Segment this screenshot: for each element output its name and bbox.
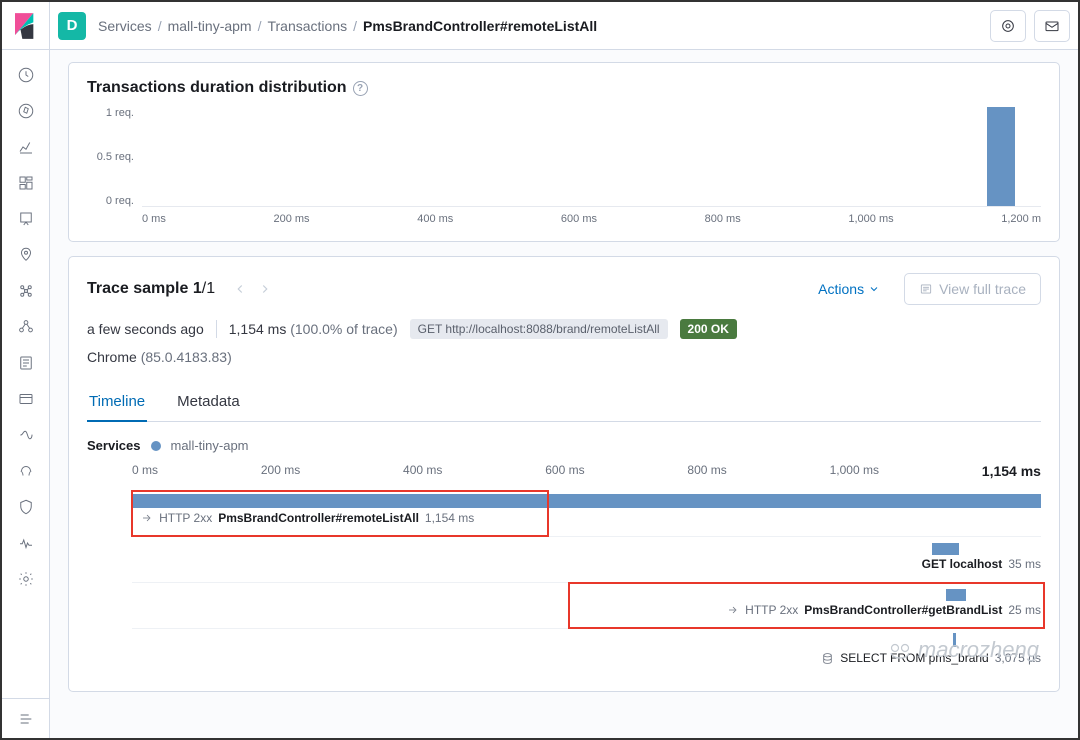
topbar: D Services/ mall-tiny-apm/ Transactions/… xyxy=(50,2,1078,50)
distribution-panel: Transactions duration distribution ? 1 r… xyxy=(68,62,1060,242)
ml-icon[interactable] xyxy=(6,274,46,308)
breadcrumb-link[interactable]: Services xyxy=(98,18,152,34)
legend-dot xyxy=(151,441,161,451)
x-tick: 1,200 m xyxy=(1001,213,1041,225)
settings-icon[interactable] xyxy=(6,562,46,596)
axis-tick: 200 ms xyxy=(261,463,300,479)
x-tick: 400 ms xyxy=(417,213,453,225)
waterfall: HTTP 2xx PmsBrandController#remoteListAl… xyxy=(132,491,1041,675)
next-sample-button[interactable] xyxy=(254,278,276,300)
trace-title: Trace sample 1/1 xyxy=(87,280,215,298)
status-badge: 200 OK xyxy=(680,319,737,339)
trace-panel: Trace sample 1/1 Actions View full trace xyxy=(68,256,1060,692)
space-badge[interactable]: D xyxy=(58,12,86,40)
maps-icon[interactable] xyxy=(6,238,46,272)
compass-icon[interactable] xyxy=(6,94,46,128)
span-row[interactable]: SELECT FROM pms_brand 3,075 µs xyxy=(132,629,1041,675)
tab-metadata[interactable]: Metadata xyxy=(175,383,242,421)
kibana-logo[interactable] xyxy=(2,2,49,50)
span-bar[interactable] xyxy=(953,633,956,647)
user-agent: Chrome (85.0.4183.83) xyxy=(87,349,1041,365)
tabs: Timeline Metadata xyxy=(87,383,1041,422)
x-tick: 0 ms xyxy=(142,213,166,225)
panel-title: Transactions duration distribution ? xyxy=(87,79,1041,97)
dashboard-icon[interactable] xyxy=(6,166,46,200)
timeline-axis: 0 ms 200 ms 400 ms 600 ms 800 ms 1,000 m… xyxy=(132,463,1041,479)
view-full-trace-button: View full trace xyxy=(904,273,1041,305)
axis-tick: 800 ms xyxy=(687,463,726,479)
prev-sample-button[interactable] xyxy=(229,278,251,300)
siem-icon[interactable] xyxy=(6,490,46,524)
axis-tick: 400 ms xyxy=(403,463,442,479)
breadcrumb-link[interactable]: mall-tiny-apm xyxy=(168,18,252,34)
axis-tick: 600 ms xyxy=(545,463,584,479)
distribution-chart[interactable]: 1 req. 0.5 req. 0 req. 0 ms 200 ms 400 m… xyxy=(87,107,1041,225)
apm-icon[interactable] xyxy=(6,418,46,452)
axis-tick: 0 ms xyxy=(132,463,158,479)
x-tick: 800 ms xyxy=(705,213,741,225)
span-bar[interactable] xyxy=(932,543,959,555)
y-tick: 1 req. xyxy=(87,107,134,119)
collapse-icon[interactable] xyxy=(2,698,49,738)
graph-icon[interactable] xyxy=(6,310,46,344)
x-tick: 200 ms xyxy=(273,213,309,225)
canvas-icon[interactable] xyxy=(6,202,46,236)
database-icon xyxy=(821,652,834,665)
trace-duration: 1,154 ms (100.0% of trace) xyxy=(229,321,398,337)
tab-timeline[interactable]: Timeline xyxy=(87,383,147,422)
x-tick: 1,000 ms xyxy=(848,213,893,225)
legend-service: mall-tiny-apm xyxy=(171,438,249,453)
breadcrumb: Services/ mall-tiny-apm/ Transactions/ P… xyxy=(98,18,597,34)
http-request-pill: GET http://localhost:8088/brand/remoteLi… xyxy=(410,319,668,339)
trace-timestamp: a few seconds ago xyxy=(87,321,204,337)
recent-icon[interactable] xyxy=(6,58,46,92)
y-tick: 0.5 req. xyxy=(87,151,134,163)
help-icon[interactable]: ? xyxy=(353,81,368,96)
visualize-icon[interactable] xyxy=(6,130,46,164)
span-row[interactable]: HTTP 2xx PmsBrandController#remoteListAl… xyxy=(132,491,1041,537)
uptime-icon[interactable] xyxy=(6,454,46,488)
axis-tick: 1,000 ms xyxy=(830,463,879,479)
x-tick: 600 ms xyxy=(561,213,597,225)
axis-tick-end: 1,154 ms xyxy=(982,463,1041,479)
heartbeat-icon[interactable] xyxy=(6,526,46,560)
breadcrumb-current: PmsBrandController#remoteListAll xyxy=(363,18,597,34)
logs-icon[interactable] xyxy=(6,346,46,380)
actions-dropdown[interactable]: Actions xyxy=(818,281,880,297)
span-bar[interactable] xyxy=(132,494,1041,508)
incoming-icon xyxy=(727,604,739,616)
alerts-icon[interactable] xyxy=(990,10,1026,42)
span-bar[interactable] xyxy=(946,589,966,601)
metrics-icon[interactable] xyxy=(6,382,46,416)
incoming-icon xyxy=(141,512,153,524)
mail-icon[interactable] xyxy=(1034,10,1070,42)
nav-sidebar xyxy=(2,2,50,738)
services-legend: Services mall-tiny-apm xyxy=(87,438,1041,453)
y-tick: 0 req. xyxy=(87,195,134,207)
span-row[interactable]: HTTP 2xx PmsBrandController#getBrandList… xyxy=(132,583,1041,629)
chart-bar[interactable] xyxy=(987,107,1015,206)
span-row[interactable]: GET localhost 35 ms xyxy=(132,537,1041,583)
content-area: Transactions duration distribution ? 1 r… xyxy=(50,50,1078,738)
breadcrumb-link[interactable]: Transactions xyxy=(267,18,347,34)
